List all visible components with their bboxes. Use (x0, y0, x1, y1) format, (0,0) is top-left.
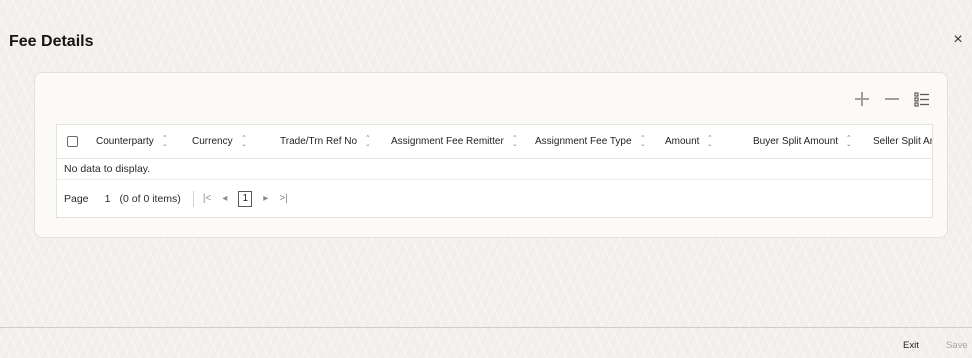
column-label: Trade/Trn Ref No (280, 136, 358, 147)
dialog-title: Fee Details (9, 33, 94, 50)
column-header-seller-split-amount[interactable]: Seller Split Amo (863, 125, 932, 158)
column-label: Currency (192, 136, 233, 147)
column-label: Counterparty (96, 136, 154, 147)
table-header: Counterparty ⌃ ⌄ Currency ⌃ ⌄ Trade/Trn Re… (57, 125, 932, 159)
no-data-message: No data to display. (57, 159, 932, 180)
sort-icon[interactable]: ⌃ ⌄ (708, 135, 714, 147)
page-label: Page (64, 192, 89, 205)
column-label: Amount (665, 136, 700, 147)
sort-icon[interactable]: ⌃ ⌄ (241, 135, 247, 147)
sort-icon[interactable]: ⌃ ⌄ (846, 135, 852, 147)
column-header-assignment-fee-remitter[interactable]: Assignment Fee Remitter ⌃ ⌄ (381, 125, 525, 158)
select-all-checkbox[interactable] (67, 136, 78, 147)
next-page-icon[interactable]: ▸ (263, 193, 268, 204)
table-toolbar (854, 90, 930, 108)
sort-icon[interactable]: ⌃ ⌄ (162, 135, 168, 147)
column-label: Assignment Fee Type (535, 136, 632, 147)
column-header-amount[interactable]: Amount ⌃ ⌄ (655, 125, 743, 158)
column-header-buyer-split-amount[interactable]: Buyer Split Amount ⌃ ⌄ (743, 125, 863, 158)
items-count: (0 of 0 items) (119, 192, 181, 205)
save-button[interactable]: Save (946, 340, 968, 351)
column-label: Seller Split Amo (873, 136, 932, 147)
column-header-currency[interactable]: Currency ⌃ ⌄ (182, 125, 270, 158)
sort-icon[interactable]: ⌃ ⌄ (640, 135, 646, 147)
select-all-cell (57, 125, 86, 158)
pagination-bar: Page (0 of 0 items) |< ◂ 1 ▸ >| (57, 180, 932, 217)
plus-icon[interactable] (854, 91, 870, 107)
column-list-icon[interactable] (914, 91, 930, 107)
page-number-input[interactable] (97, 189, 118, 208)
current-page-button[interactable]: 1 (238, 190, 253, 207)
exit-button[interactable]: Exit (903, 340, 919, 351)
column-label: Assignment Fee Remitter (391, 136, 504, 147)
close-icon[interactable]: × (950, 32, 966, 48)
previous-page-icon[interactable]: ◂ (222, 193, 227, 204)
fee-details-table: Counterparty ⌃ ⌄ Currency ⌃ ⌄ Trade/Trn Re… (56, 124, 933, 218)
column-header-assignment-fee-type[interactable]: Assignment Fee Type ⌃ ⌄ (525, 125, 655, 158)
minus-icon[interactable] (884, 91, 900, 107)
pagination-divider (192, 190, 194, 207)
first-page-icon[interactable]: |< (203, 193, 211, 204)
last-page-icon[interactable]: >| (279, 193, 287, 204)
column-label: Buyer Split Amount (753, 136, 839, 147)
column-header-counterparty[interactable]: Counterparty ⌃ ⌄ (86, 125, 182, 158)
sort-icon[interactable]: ⌃ ⌄ (365, 135, 371, 147)
footer-divider (0, 327, 972, 328)
sort-icon[interactable]: ⌃ ⌄ (512, 135, 518, 147)
column-header-trade-ref-no[interactable]: Trade/Trn Ref No ⌃ ⌄ (270, 125, 381, 158)
fee-details-panel: Counterparty ⌃ ⌄ Currency ⌃ ⌄ Trade/Trn Re… (34, 72, 948, 238)
